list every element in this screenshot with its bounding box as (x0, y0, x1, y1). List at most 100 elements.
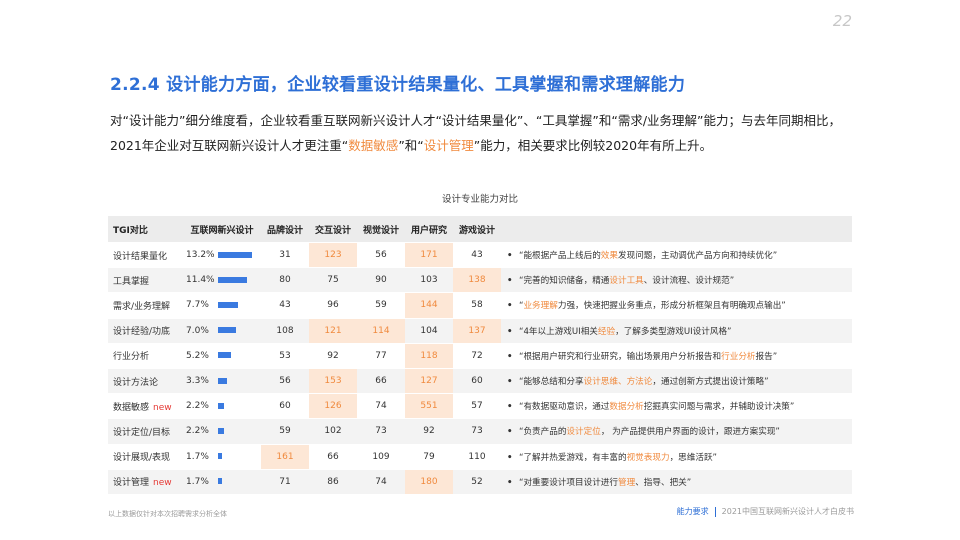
quote-text: “4年以上游戏UI相关 (519, 326, 598, 337)
requirement-quote: • “能够总结和分享设计思维、方法论，通过创新方式提出设计策略” (501, 367, 852, 394)
interaction-design-value: 75 (309, 267, 357, 293)
tgi-value: 5.2% (186, 350, 209, 361)
brand-design-value: 53 (261, 342, 309, 369)
quote-highlight: 设计工具 (609, 276, 644, 287)
requirement-quote: • “对重要设计项目设计进行管理、指导、把关” (501, 468, 852, 494)
tgi-bar (218, 352, 231, 359)
quote-text: 、指导、把关” (635, 477, 692, 488)
table-row: 设计经验/功底 7.0% 108 121 114 104 137 • “4年以上游戏UI相关经验… (108, 317, 852, 344)
game-design-value: 52 (453, 468, 501, 494)
dimension-label: 行业分析 (113, 352, 150, 363)
game-design-value: 73 (453, 418, 501, 444)
quote-text: “对重要设计项目设计进行 (519, 477, 618, 488)
section-title: 2.2.4 设计能力方面，企业较看重设计结果量化、工具掌握和需求理解能力 (110, 75, 686, 95)
visual-design-value: 77 (357, 342, 405, 369)
dimension-cell: 设计经验/功底 (108, 317, 183, 344)
tgi-cell: 11.4% (183, 267, 261, 293)
requirement-quote: • “能根据产品上线后的效果发现问题，主动调优产品方向和持续优化” (501, 241, 852, 268)
interaction-design-value: 96 (309, 292, 357, 319)
intro-text: ”和“ (398, 138, 424, 153)
requirement-quote: • “了解并热爱游戏，有丰富的视觉表现力，思维活跃” (501, 443, 852, 470)
game-design-value: 60 (453, 367, 501, 394)
interaction-design-value: 121 (309, 317, 357, 344)
intro-highlight: 设计管理 (423, 138, 474, 153)
quote-text: “能够总结和分享 (519, 377, 584, 388)
dimension-cell: 需求/业务理解 (108, 292, 183, 319)
game-design-value: 110 (453, 443, 501, 470)
visual-design-value: 74 (357, 468, 405, 494)
new-badge: new (153, 478, 172, 489)
bullet-icon: • (507, 377, 513, 388)
requirement-quote: • “负责产品的设计定位， 为产品提供用户界面的设计，跟进方案实现” (501, 418, 852, 444)
visual-design-value: 109 (357, 443, 405, 470)
visual-design-value: 90 (357, 267, 405, 293)
quote-highlight: 行业分析 (721, 351, 756, 362)
tgi-value: 7.7% (186, 300, 209, 311)
tgi-cell: 2.2% (183, 418, 261, 444)
requirement-quote: • “业务理解力强，快速把握业务重点，形成分析框架且有明确观点输出” (501, 292, 852, 319)
brand-design-value: 108 (261, 317, 309, 344)
table-row: 需求/业务理解 7.7% 43 96 59 144 58 • “业务理解力强，快速把握业务重点，… (108, 292, 852, 319)
quote-highlight: 业务理解 (523, 301, 558, 312)
tgi-bar (218, 453, 222, 460)
tgi-value: 11.4% (186, 275, 215, 286)
brand-design-value: 59 (261, 418, 309, 444)
brand-design-value: 60 (261, 393, 309, 419)
dimension-cell: 设计管理 new (108, 468, 183, 494)
game-design-value: 137 (453, 317, 501, 344)
dimension-label: 工具掌握 (113, 276, 150, 287)
user-research-value: 104 (405, 317, 453, 344)
header-user-research: 用户研究 (405, 216, 453, 243)
game-design-value: 57 (453, 393, 501, 419)
quote-text: “根据用户研究和行业研究，输出场景用户分析报告和 (519, 351, 722, 362)
user-research-value: 551 (405, 393, 453, 419)
interaction-design-value: 126 (309, 393, 357, 419)
quote-text: “了解并热爱游戏，有丰富的 (519, 452, 627, 463)
tgi-cell: 7.7% (183, 292, 261, 319)
intro-highlight: 数据敏感 (348, 138, 399, 153)
dimension-cell: 设计方法论 (108, 367, 183, 394)
dimension-cell: 设计展现/表现 (108, 443, 183, 470)
brand-design-value: 56 (261, 367, 309, 394)
tgi-bar (218, 478, 222, 485)
user-research-value: 79 (405, 443, 453, 470)
header-interaction-design: 交互设计 (309, 216, 357, 243)
dimension-label: 数据敏感 (113, 402, 150, 413)
dimension-label: 设计定位/目标 (113, 427, 171, 438)
dimension-label: 设计方法论 (113, 377, 159, 388)
table-row: 设计展现/表现 1.7% 161 66 109 79 110 • “了解并热爱游戏，有丰富的视觉… (108, 443, 852, 470)
table-row: 数据敏感 new 2.2% 60 126 74 551 57 • “有数据驱动意识，通过数据分析挖… (108, 393, 852, 419)
tgi-cell: 5.2% (183, 342, 261, 369)
bullet-icon: • (507, 427, 513, 438)
bullet-icon: • (507, 276, 513, 287)
bullet-icon: • (507, 477, 513, 488)
requirement-quote: • “根据用户研究和行业研究，输出场景用户分析报告和行业分析报告” (501, 342, 852, 369)
tgi-bar (218, 427, 224, 434)
tgi-bar (218, 377, 227, 384)
user-research-value: 127 (405, 367, 453, 394)
interaction-design-value: 102 (309, 418, 357, 444)
dimension-label: 需求/业务理解 (113, 301, 171, 312)
bullet-icon: • (507, 326, 513, 337)
brand-design-value: 71 (261, 468, 309, 494)
game-design-value: 72 (453, 342, 501, 369)
table-row: 工具掌握 11.4% 80 75 90 103 138 • “完善的知识储备，精通设计工具、设计… (108, 267, 852, 293)
visual-design-value: 74 (357, 393, 405, 419)
tgi-bar (218, 301, 238, 308)
interaction-design-value: 86 (309, 468, 357, 494)
brand-design-value: 161 (261, 443, 309, 470)
quote-text: ，思维活跃” (669, 452, 717, 463)
header-tgi: TGI对比 (108, 216, 183, 243)
brand-design-value: 43 (261, 292, 309, 319)
tgi-value: 2.2% (186, 426, 209, 437)
quote-text: “完善的知识储备，精通 (519, 276, 610, 287)
requirement-quote: • “完善的知识储备，精通设计工具、设计流程、设计规范” (501, 267, 852, 293)
requirement-quote: • “4年以上游戏UI相关经验，了解多类型游戏UI设计风格” (501, 317, 852, 344)
interaction-design-value: 123 (309, 241, 357, 268)
quote-highlight: 数据分析 (609, 402, 644, 413)
quote-highlight: 经验 (597, 326, 616, 337)
quote-text: 发现问题，主动调优产品方向和持续优化” (618, 251, 778, 262)
bullet-icon: • (507, 301, 513, 312)
intro-text: ”能力，相关要求比例较2020年有所上升。 (473, 138, 713, 153)
tgi-value: 7.0% (186, 325, 209, 336)
